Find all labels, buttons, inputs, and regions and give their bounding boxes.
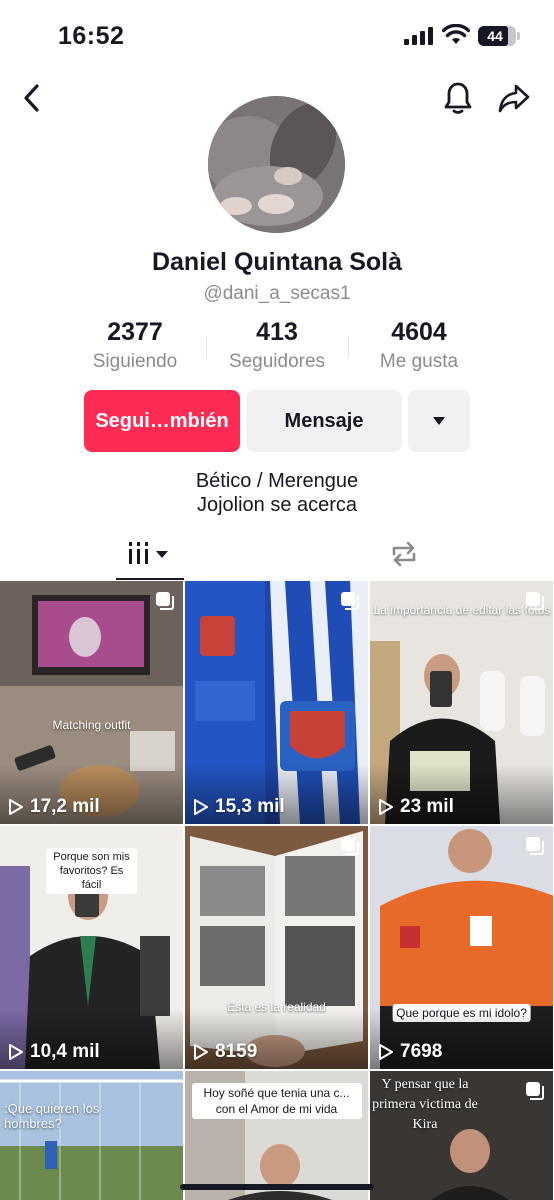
- chevron-left-icon: [24, 84, 39, 112]
- view-count-label: 15,3 mil: [215, 796, 285, 817]
- video-thumbnail[interactable]: La importancia de editar las fotos 23 mi…: [370, 581, 553, 824]
- home-indicator: [180, 1184, 374, 1190]
- repost-icon: [392, 541, 416, 567]
- video-caption: Hoy soñé que tenia una c... con el Amor …: [191, 1083, 362, 1119]
- bio-line: Bético / Merengue: [195, 470, 359, 492]
- stat-value: 4604: [391, 318, 447, 346]
- caret-down-icon: [433, 417, 445, 425]
- video-thumbnail[interactable]: :Que quieren los hombres?: [0, 1071, 183, 1200]
- follow-back-button[interactable]: Segui…mbién: [84, 390, 240, 452]
- stat-following[interactable]: 2377 Siguiendo: [60, 318, 210, 373]
- battery-icon: 44: [478, 26, 516, 46]
- view-count: 23 mil: [378, 796, 454, 818]
- stat-label: Siguiendo: [92, 351, 178, 372]
- video-thumbnail[interactable]: Esta es la realidad 8159: [185, 826, 368, 1069]
- view-count-label: 7698: [400, 1041, 443, 1062]
- more-options-button[interactable]: [408, 390, 470, 452]
- wifi-icon: [442, 24, 470, 44]
- view-count: 8159: [193, 1041, 257, 1063]
- view-count: 10,4 mil: [8, 1041, 100, 1063]
- video-caption-text: Porque son mis favoritos? Es fácil: [53, 851, 130, 891]
- video-thumbnail[interactable]: Porque son mis favoritos? Es fácil 10,4 …: [0, 826, 183, 1069]
- multi-photo-icon: [341, 837, 359, 855]
- grid-icon: [129, 542, 168, 564]
- video-thumbnail[interactable]: 15,3 mil: [185, 581, 368, 824]
- play-icon: [379, 799, 393, 815]
- avatar-image: [208, 96, 345, 233]
- play-icon: [9, 1044, 23, 1060]
- view-count: 7698: [378, 1041, 442, 1063]
- view-count-label: 17,2 mil: [30, 796, 100, 817]
- video-caption: Matching outfit: [52, 718, 131, 732]
- tab-videos[interactable]: [116, 528, 184, 580]
- stat-label: Me gusta: [379, 351, 459, 372]
- view-count-label: 10,4 mil: [30, 1041, 100, 1062]
- tab-reposts[interactable]: [370, 528, 438, 580]
- bell-icon: [444, 82, 472, 114]
- status-time: 16:52: [58, 22, 125, 50]
- play-icon: [194, 799, 208, 815]
- video-thumbnail[interactable]: Que porque es mi idolo? 7698: [370, 826, 553, 1069]
- stat-value: 413: [256, 318, 298, 346]
- notifications-button[interactable]: [440, 78, 476, 118]
- status-bar: 16:52 44: [0, 0, 554, 72]
- battery-level: 44: [487, 28, 503, 44]
- share-button[interactable]: [494, 78, 534, 118]
- thumbnail-image: [0, 1071, 183, 1200]
- avatar[interactable]: [208, 96, 345, 233]
- video-caption: Porque son mis favoritos? Es fácil: [45, 848, 138, 894]
- multi-photo-icon: [156, 592, 174, 610]
- view-count: 15,3 mil: [193, 796, 285, 818]
- cellular-signal-icon: [404, 27, 433, 45]
- video-thumbnail[interactable]: Matching outfit 17,2 mil: [0, 581, 183, 824]
- stat-label: Seguidores: [228, 351, 326, 372]
- multi-photo-icon: [526, 592, 544, 610]
- content-tabs: [0, 528, 554, 580]
- profile-name: Daniel Quintana Solà: [151, 248, 403, 276]
- multi-photo-icon: [526, 837, 544, 855]
- view-count: 17,2 mil: [8, 796, 100, 818]
- view-count-label: 23 mil: [400, 796, 454, 817]
- video-caption: Y pensar que la primera victima de Kira: [372, 1077, 478, 1132]
- view-count-label: 8159: [215, 1041, 258, 1062]
- multi-photo-icon: [341, 592, 359, 610]
- multi-photo-icon: [526, 1082, 544, 1100]
- stat-followers[interactable]: 413 Seguidores: [202, 318, 352, 373]
- stat-value: 2377: [107, 318, 163, 346]
- play-icon: [9, 799, 23, 815]
- back-button[interactable]: [14, 80, 50, 116]
- play-icon: [379, 1044, 393, 1060]
- video-thumbnail[interactable]: Hoy soñé que tenia una c... con el Amor …: [185, 1071, 368, 1200]
- bio-line: Jojolion se acerca: [196, 494, 358, 516]
- video-thumbnail[interactable]: Y pensar que la primera victima de Kira: [370, 1071, 553, 1200]
- video-caption: :Que quieren los hombres?: [4, 1101, 100, 1131]
- profile-screen: 16:52 44 Daniel Quintana Solà @dani_a_se…: [0, 0, 554, 1200]
- play-icon: [194, 1044, 208, 1060]
- stat-likes[interactable]: 4604 Me gusta: [344, 318, 494, 373]
- share-arrow-icon: [498, 84, 530, 113]
- message-button[interactable]: Mensaje: [246, 390, 402, 452]
- profile-handle: @dani_a_secas1: [203, 283, 351, 304]
